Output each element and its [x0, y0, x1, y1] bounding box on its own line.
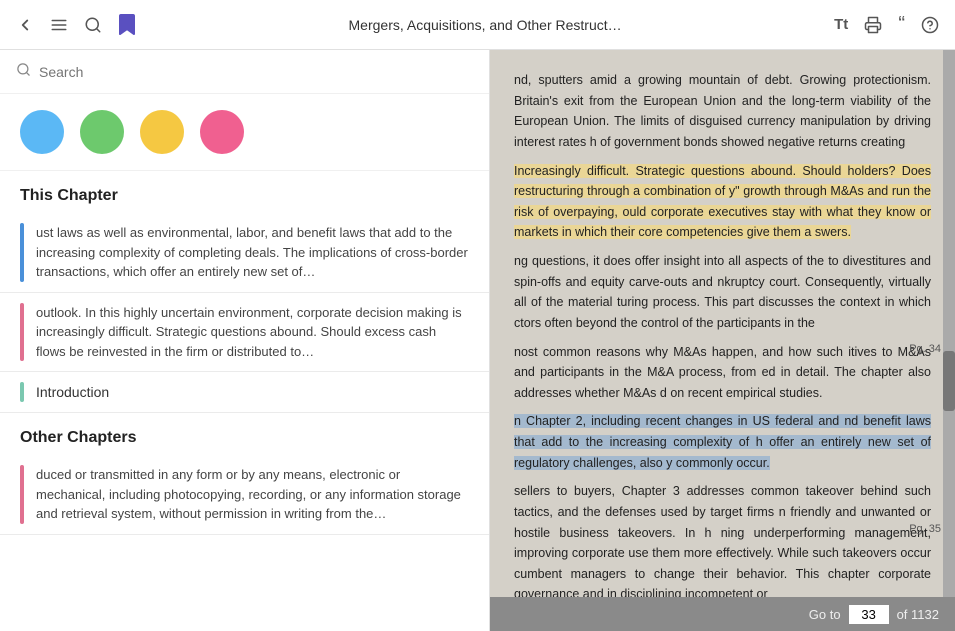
toolbar: Mergers, Acquisitions, and Other Restruc…	[0, 0, 955, 50]
page-text: nd, sputters amid a growing mountain of …	[514, 70, 931, 597]
help-button[interactable]	[921, 16, 939, 34]
main-content: This Chapter ust laws as well as environ…	[0, 50, 955, 631]
search-button[interactable]	[84, 16, 102, 34]
page-number-35: Pg. 35	[909, 520, 941, 538]
menu-button[interactable]	[50, 16, 68, 34]
toolbar-left	[16, 14, 136, 36]
toolbar-right: Tt “	[834, 13, 939, 36]
color-circle-blue[interactable]	[20, 110, 64, 154]
nav-item-introduction[interactable]: Introduction	[0, 372, 489, 413]
panel-content: This Chapter ust laws as well as environ…	[0, 171, 489, 631]
highlight-text-2: outlook. In this highly uncertain enviro…	[36, 303, 469, 362]
color-circle-pink[interactable]	[200, 110, 244, 154]
color-circle-yellow[interactable]	[140, 110, 184, 154]
accent-bar-blue-1	[20, 223, 24, 282]
font-button[interactable]: Tt	[834, 16, 848, 33]
page-number-34: Pg. 34	[909, 340, 941, 358]
highlight-text-3: duced or transmitted in any form or by a…	[36, 465, 469, 524]
right-panel: nd, sputters amid a growing mountain of …	[490, 50, 955, 631]
print-button[interactable]	[864, 16, 882, 34]
highlight-item-2[interactable]: outlook. In this highly uncertain enviro…	[0, 293, 489, 373]
color-circles	[0, 94, 489, 171]
total-pages: of 1132	[897, 607, 939, 622]
scrollbar-track[interactable]	[943, 50, 955, 597]
search-input[interactable]	[39, 64, 473, 80]
bottom-bar: Go to of 1132	[490, 597, 955, 631]
highlight-text-1: ust laws as well as environmental, labor…	[36, 223, 469, 282]
pages-container: nd, sputters amid a growing mountain of …	[490, 50, 955, 597]
search-icon	[16, 62, 31, 81]
other-chapters-title: Other Chapters	[0, 413, 489, 455]
nav-item-label: Introduction	[36, 384, 109, 400]
color-circle-green[interactable]	[80, 110, 124, 154]
nav-accent-teal	[20, 382, 24, 402]
scrollbar-thumb[interactable]	[943, 351, 955, 411]
quote-button[interactable]: “	[898, 13, 905, 36]
back-button[interactable]	[16, 16, 34, 34]
accent-bar-pink-1	[20, 303, 24, 362]
page-title: Mergers, Acquisitions, and Other Restruc…	[349, 17, 622, 33]
book-page-left: nd, sputters amid a growing mountain of …	[490, 50, 955, 597]
highlight-item-1[interactable]: ust laws as well as environmental, labor…	[0, 213, 489, 293]
bookmark-button[interactable]	[118, 14, 136, 36]
highlight-item-3[interactable]: duced or transmitted in any form or by a…	[0, 455, 489, 535]
search-bar	[0, 50, 489, 94]
goto-label: Go to	[809, 607, 841, 622]
this-chapter-title: This Chapter	[0, 171, 489, 213]
goto-input[interactable]	[849, 605, 889, 624]
left-panel: This Chapter ust laws as well as environ…	[0, 50, 490, 631]
accent-bar-pink-2	[20, 465, 24, 524]
